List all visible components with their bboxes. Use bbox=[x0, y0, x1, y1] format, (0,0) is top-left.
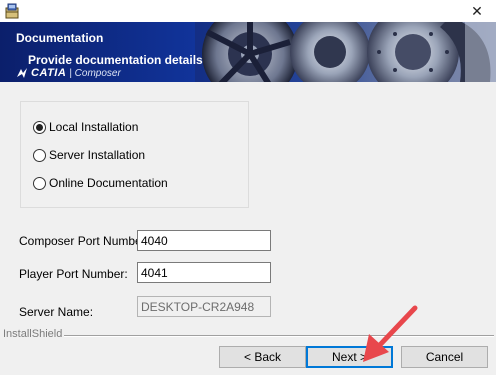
player-port-input[interactable] bbox=[137, 262, 271, 283]
back-button[interactable]: < Back bbox=[219, 346, 306, 368]
radio-button-checked[interactable] bbox=[33, 120, 46, 134]
installer-window: ✕ Documentation Provide documentation de… bbox=[0, 0, 496, 375]
close-icon: ✕ bbox=[471, 2, 483, 19]
radio-online-documentation[interactable]: Online Documentation bbox=[33, 176, 168, 190]
installer-icon bbox=[5, 3, 19, 19]
ds-logo-icon bbox=[17, 68, 27, 78]
composer-port-input[interactable] bbox=[137, 230, 271, 251]
radio-label: Local Installation bbox=[49, 120, 139, 134]
logo-subtext: | Composer bbox=[69, 67, 121, 79]
documentation-options-group: Local Installation Server Installation O… bbox=[20, 101, 249, 208]
player-port-label: Player Port Number: bbox=[19, 267, 128, 281]
server-name-label: Server Name: bbox=[19, 305, 94, 319]
server-name-input bbox=[137, 296, 271, 317]
close-button[interactable]: ✕ bbox=[458, 0, 496, 22]
radio-label: Online Documentation bbox=[49, 176, 168, 190]
product-logo: CATIA | Composer bbox=[16, 66, 121, 80]
header-banner: Documentation Provide documentation deta… bbox=[0, 22, 496, 82]
next-button[interactable]: Next > bbox=[306, 346, 393, 368]
banner-subtitle: Provide documentation details bbox=[28, 53, 203, 67]
radio-local-installation[interactable]: Local Installation bbox=[33, 120, 138, 134]
footer-divider bbox=[64, 335, 494, 337]
installshield-brand: InstallShield bbox=[3, 328, 63, 340]
radio-server-installation[interactable]: Server Installation bbox=[33, 148, 145, 162]
composer-port-label: Composer Port Number: bbox=[19, 234, 150, 248]
title-bar: ✕ bbox=[0, 0, 496, 22]
logo-text: CATIA bbox=[31, 67, 67, 79]
radio-button[interactable] bbox=[33, 176, 46, 190]
radio-button[interactable] bbox=[33, 148, 46, 162]
banner-title: Documentation bbox=[16, 31, 104, 45]
brake-disc-image bbox=[195, 22, 496, 82]
radio-label: Server Installation bbox=[49, 148, 146, 162]
cancel-button[interactable]: Cancel bbox=[401, 346, 488, 368]
